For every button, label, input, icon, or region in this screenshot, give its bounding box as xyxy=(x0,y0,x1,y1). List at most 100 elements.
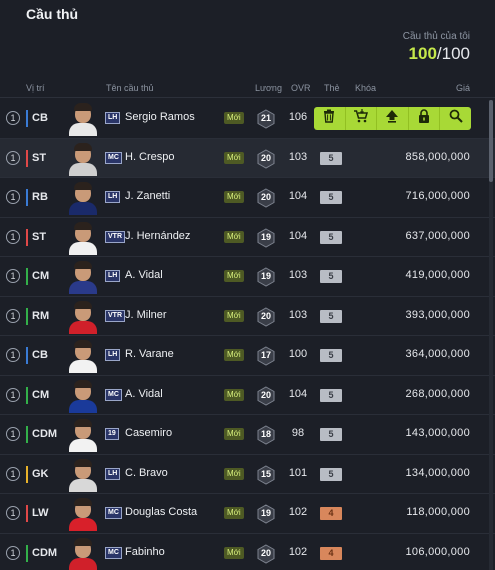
column-price[interactable]: Giá xyxy=(456,83,470,93)
player-avatar xyxy=(67,537,99,570)
season-badge: MC xyxy=(105,151,122,164)
player-position: GK xyxy=(26,465,49,483)
player-number-badge: 1 xyxy=(6,545,20,560)
season-badge: LH xyxy=(105,270,121,282)
player-name[interactable]: Sergio Ramos xyxy=(125,111,195,123)
player-row[interactable]: 1 CDM 19 Casemiro Mới 18 98 5 143,000,000 xyxy=(0,415,495,455)
wage-badge: 20 xyxy=(257,188,275,208)
player-row[interactable]: 1 CM MC A. Vidal Mới 20 104 5 268,000,000 xyxy=(0,376,495,415)
player-name[interactable]: J. Milner xyxy=(125,309,167,321)
player-price: 268,000,000 xyxy=(405,387,470,400)
player-ovr: 101 xyxy=(288,466,308,479)
column-name[interactable]: Tên cầu thủ xyxy=(106,83,154,93)
new-badge: Mới xyxy=(224,349,244,361)
table-header: Vị trí Tên cầu thủ Lương OVR Thẻ Khóa Gi… xyxy=(0,80,495,98)
column-position[interactable]: Vị trí xyxy=(26,83,45,93)
wage-badge: 19 xyxy=(257,504,275,524)
wage-value: 15 xyxy=(260,468,271,479)
player-number-badge: 1 xyxy=(6,348,20,362)
player-name[interactable]: J. Zanetti xyxy=(125,190,170,202)
wage-value: 17 xyxy=(260,350,271,360)
lock-button[interactable] xyxy=(409,107,441,130)
player-position: LW xyxy=(26,505,49,522)
new-badge: Mới xyxy=(224,270,244,282)
player-name[interactable]: R. Varane xyxy=(125,348,174,360)
scrollbar-thumb[interactable] xyxy=(489,100,493,182)
view-button[interactable] xyxy=(440,107,471,130)
player-name[interactable]: H. Crespo xyxy=(125,151,175,163)
player-price: 637,000,000 xyxy=(405,229,470,242)
upgrade-icon xyxy=(385,109,399,128)
player-position: CM xyxy=(26,386,49,404)
column-lock[interactable]: Khóa xyxy=(355,83,376,93)
player-row[interactable]: 1 ST VTR J. Hernández Mới 19 104 5 637,000,000 xyxy=(0,218,495,257)
player-row[interactable]: 1 CB LH R. Varane Mới 17 100 5 364,000,000 xyxy=(0,336,495,376)
player-list: 1 CB LH Sergio Ramos Mới 21 106 1 ST MC H. Crespo M… xyxy=(0,99,495,570)
player-position: RB xyxy=(26,189,48,206)
player-name[interactable]: Fabinho xyxy=(125,546,165,558)
wage-badge: 21 xyxy=(257,109,275,129)
player-number-badge: 1 xyxy=(6,190,20,204)
wage-value: 20 xyxy=(260,310,271,321)
player-row[interactable]: 1 RB LH J. Zanetti Mới 20 104 5 716,000,000 xyxy=(0,178,495,218)
player-ovr: 100 xyxy=(288,348,308,360)
player-number-badge: 1 xyxy=(6,466,20,481)
upgrade-button[interactable] xyxy=(377,107,409,130)
player-position: CDM xyxy=(26,544,57,562)
card-level-badge: 5 xyxy=(320,309,342,323)
column-card[interactable]: Thẻ xyxy=(324,83,340,93)
wage-badge: 20 xyxy=(257,306,275,327)
season-badge: MC xyxy=(105,388,122,401)
season-badge: VTR xyxy=(105,230,125,243)
player-position: CB xyxy=(26,347,48,364)
column-ovr[interactable]: OVR xyxy=(291,83,311,93)
player-name[interactable]: Casemiro xyxy=(125,427,172,439)
player-avatar xyxy=(67,458,99,492)
new-badge: Mới xyxy=(224,112,244,124)
player-ovr: 98 xyxy=(291,427,305,439)
player-avatar xyxy=(67,379,99,413)
player-price: 858,000,000 xyxy=(405,150,470,163)
player-number-badge: 1 xyxy=(6,387,20,402)
player-name[interactable]: C. Bravo xyxy=(125,467,168,479)
player-avatar xyxy=(67,418,99,452)
player-price: 118,000,000 xyxy=(406,506,470,518)
wage-badge: 20 xyxy=(257,543,275,564)
season-badge: 19 xyxy=(105,428,119,440)
player-row[interactable]: 1 CB LH Sergio Ramos Mới 21 106 xyxy=(0,99,495,139)
player-row[interactable]: 1 LW MC Douglas Costa Mới 19 102 4 118,000,000 xyxy=(0,494,495,534)
season-badge: LH xyxy=(105,191,121,203)
player-name[interactable]: Douglas Costa xyxy=(125,506,197,518)
player-count: 100/100 xyxy=(409,44,470,64)
wage-value: 19 xyxy=(260,231,271,242)
card-level-badge: 5 xyxy=(320,191,342,204)
wage-badge: 18 xyxy=(257,425,275,445)
column-wage[interactable]: Lương xyxy=(255,83,282,93)
scrollbar[interactable] xyxy=(489,100,493,570)
player-row[interactable]: 1 RM VTR J. Milner Mới 20 103 5 393,000,000 xyxy=(0,297,495,336)
my-players-label: Cầu thủ của tôi xyxy=(402,31,470,42)
player-row[interactable]: 1 CM LH A. Vidal Mới 19 103 5 419,000,000 xyxy=(0,257,495,297)
wage-value: 20 xyxy=(260,389,271,400)
player-name[interactable]: J. Hernández xyxy=(125,230,190,242)
player-price: 419,000,000 xyxy=(405,269,470,281)
player-position: CB xyxy=(26,110,48,127)
wage-value: 20 xyxy=(260,547,271,558)
player-name[interactable]: A. Vidal xyxy=(125,388,163,400)
player-avatar xyxy=(67,300,99,334)
player-row[interactable]: 1 ST MC H. Crespo Mới 20 103 5 858,000,000 xyxy=(0,138,495,178)
player-row[interactable]: 1 CDM MC Fabinho Mới 20 102 4 106,000,000 xyxy=(0,534,495,570)
card-level-badge: 4 xyxy=(320,546,342,560)
player-position: ST xyxy=(26,149,46,167)
player-avatar xyxy=(67,142,99,176)
player-position: ST xyxy=(26,228,46,246)
player-name[interactable]: A. Vidal xyxy=(125,269,163,281)
delete-button[interactable] xyxy=(314,107,346,130)
wage-badge: 20 xyxy=(257,148,275,169)
player-row[interactable]: 1 GK LH C. Bravo Mới 15 101 5 134,000,000 xyxy=(0,455,495,494)
sell-button[interactable] xyxy=(346,107,378,130)
player-number-badge: 1 xyxy=(6,308,20,323)
player-count-current: 100 xyxy=(408,44,437,63)
player-price: 364,000,000 xyxy=(405,348,470,360)
player-number-badge: 1 xyxy=(6,506,20,520)
